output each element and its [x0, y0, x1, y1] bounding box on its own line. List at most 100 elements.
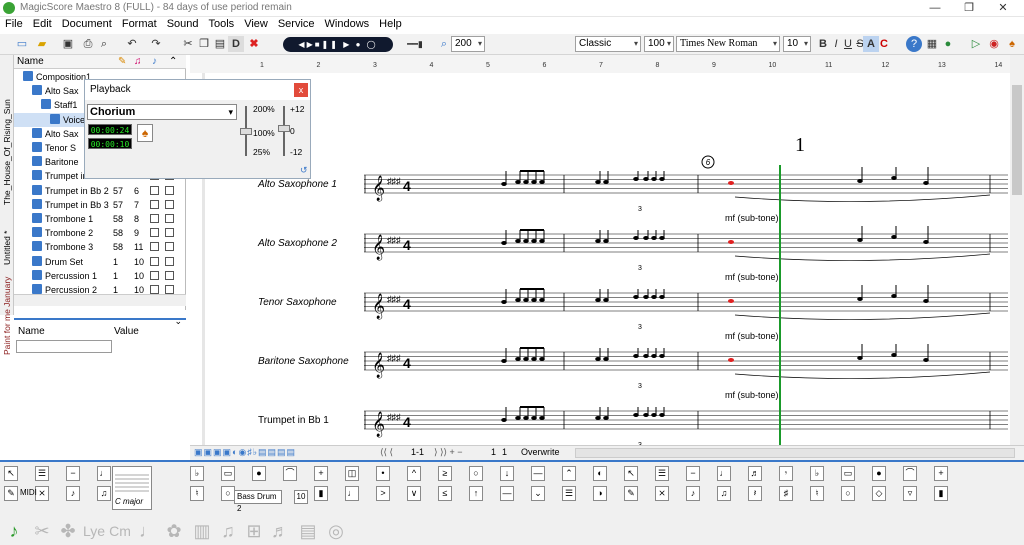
palette-tool-icon[interactable]: ⌒ — [283, 466, 297, 481]
palette-tool-icon[interactable]: ♮ — [810, 486, 824, 501]
note-head[interactable] — [891, 176, 897, 180]
palette-tool-icon[interactable]: > — [376, 486, 390, 501]
note-head[interactable] — [595, 416, 601, 420]
palette-tool-icon[interactable]: ▮ — [314, 486, 328, 501]
palette-tool-icon[interactable]: ♪ — [66, 486, 80, 501]
palette-tool-icon[interactable]: ◫ — [345, 466, 359, 481]
palette-tool-icon[interactable]: • — [376, 466, 390, 481]
palette-tool-icon[interactable]: 𝄾 — [779, 466, 793, 481]
help-icon[interactable]: ? — [906, 36, 922, 52]
palette-tool-icon[interactable]: ↓ — [500, 466, 514, 481]
metronome-icon[interactable]: ♠ — [137, 124, 153, 142]
tempo-slider[interactable] — [240, 128, 252, 135]
note-head[interactable] — [515, 180, 521, 184]
note-head[interactable] — [531, 298, 537, 302]
staff[interactable]: Alto Saxophone 1 𝄞 ♯♯♯ 4 mf (sub-tone) 3 — [257, 167, 1008, 223]
palette-tool-icon[interactable]: ☰ — [562, 486, 576, 501]
palette-tool-icon[interactable]: ☰ — [35, 466, 49, 481]
play-icon[interactable]: ▷ — [968, 36, 984, 52]
menu-sound[interactable]: Sound — [162, 17, 204, 30]
zoom-slider[interactable]: ━━▮ — [400, 36, 430, 52]
mute-checkbox[interactable] — [150, 256, 159, 266]
tab-icon[interactable]: ⊞ — [242, 519, 266, 543]
time-signature-field[interactable]: 10 — [294, 490, 308, 504]
palette-tool-icon[interactable]: ○ — [469, 466, 483, 481]
palette-tool-icon[interactable]: ↖ — [4, 466, 18, 481]
close-button[interactable]: ✕ — [986, 0, 1020, 17]
properties-icon[interactable]: ▦ — [924, 36, 940, 52]
palette-tool-icon[interactable]: ≥ — [438, 466, 452, 481]
puzzle-icon[interactable]: ✤ — [56, 519, 80, 543]
chevron-down-icon[interactable]: ⌄ — [174, 316, 182, 327]
staff[interactable]: Alto Saxophone 2 𝄞 ♯♯♯ 4 mf (sub-tone) 3 — [257, 226, 1008, 282]
tree-row[interactable]: Percussion 1 1 10 — [14, 269, 186, 283]
duplicate-icon[interactable]: D — [228, 36, 244, 52]
note-head[interactable] — [633, 295, 639, 299]
note-head[interactable] — [633, 236, 639, 240]
cut-icon[interactable]: ✂ — [180, 36, 196, 52]
menu-file[interactable]: File — [0, 17, 28, 30]
note-head[interactable] — [523, 357, 529, 361]
note-head[interactable] — [643, 177, 649, 181]
print-preview-icon[interactable]: ⌕ — [96, 36, 112, 52]
guitar-icon[interactable]: ♫ — [216, 519, 240, 543]
view-mode-icons[interactable]: ▣▣▣▣◐◉♯♭▤▤▤▤ — [194, 447, 296, 458]
staff[interactable]: Baritone Saxophone 𝄞 ♯♯♯ 4 mf (sub-tone) 3 — [258, 344, 1008, 400]
palette-tool-icon[interactable]: ✎ — [624, 486, 638, 501]
palette-tool-icon[interactable]: ● — [872, 466, 886, 481]
solo-checkbox[interactable] — [165, 242, 174, 252]
palette-tool-icon[interactable]: + — [314, 466, 328, 481]
selected-note[interactable] — [728, 358, 734, 362]
staff[interactable]: Trumpet in Bb 1𝄞♯♯♯43 — [258, 406, 1008, 445]
record-icon[interactable]: ◉ — [986, 36, 1002, 52]
font-size-combo[interactable]: 10 ▾ — [783, 36, 811, 52]
palette-tool-icon[interactable]: ● — [252, 466, 266, 481]
note-head[interactable] — [515, 298, 521, 302]
note-head[interactable] — [659, 236, 665, 240]
score-vscroll[interactable] — [1010, 55, 1024, 445]
undo-icon[interactable]: ↶ — [124, 36, 140, 52]
staff[interactable]: Tenor Saxophone 𝄞 ♯♯♯ 4 mf (sub-tone) 3 — [258, 285, 1008, 341]
note-head[interactable] — [531, 416, 537, 420]
delete-icon[interactable]: ✖ — [246, 36, 262, 52]
solo-checkbox[interactable] — [165, 199, 174, 209]
solo-checkbox[interactable] — [165, 256, 174, 266]
note-head[interactable] — [523, 298, 529, 302]
save-icon[interactable]: ▣ — [60, 36, 76, 52]
key-signature-box[interactable]: C major — [112, 466, 152, 510]
style-size-combo[interactable]: 100 ▾ — [644, 36, 674, 52]
note-head[interactable] — [923, 181, 929, 185]
midi-icon[interactable]: ♫ — [134, 55, 142, 69]
note-head[interactable] — [539, 357, 545, 361]
open-icon[interactable]: ▰ — [34, 36, 50, 52]
palette-tool-icon[interactable]: ♪ — [686, 486, 700, 501]
palette-tool-icon[interactable]: ⌄ — [531, 486, 545, 501]
mute-checkbox[interactable] — [150, 285, 159, 294]
palette-tool-icon[interactable]: − — [686, 466, 700, 481]
note-head[interactable] — [651, 177, 657, 181]
note-head[interactable] — [603, 239, 609, 243]
tree-row[interactable]: Trombone 3 58 11 — [14, 240, 186, 254]
note-head[interactable] — [633, 177, 639, 181]
selected-note[interactable] — [728, 240, 734, 244]
globe-icon[interactable]: ● — [940, 36, 956, 52]
palette-tool-icon[interactable]: ♭ — [190, 466, 204, 481]
note-head[interactable] — [857, 238, 863, 242]
note-head[interactable] — [539, 239, 545, 243]
instrument-combo[interactable]: Chorium ▾ — [87, 104, 237, 120]
lyrics-icon[interactable]: Lye — [82, 519, 106, 543]
palette-tool-icon[interactable]: ^ — [407, 466, 421, 481]
note-head[interactable] — [595, 239, 601, 243]
note-head[interactable] — [595, 357, 601, 361]
note-head[interactable] — [857, 179, 863, 183]
palette-tool-icon[interactable]: ♬ — [748, 466, 762, 481]
note-head[interactable] — [603, 298, 609, 302]
cd-icon[interactable]: ◎ — [324, 519, 348, 543]
palette-tool-icon[interactable]: ♭ — [810, 466, 824, 481]
reset-icon[interactable]: ↺ — [300, 165, 308, 176]
tree-row[interactable]: Trombone 2 58 9 — [14, 226, 186, 240]
palette-tool-icon[interactable]: ♮ — [190, 486, 204, 501]
score-view[interactable]: 1 2 3 4 5 6 7 8 9 10 11 12 13 14 1 6 Alto Saxophone 1… — [190, 55, 1010, 445]
tree-row[interactable]: Trumpet in Bb 3 57 7 — [14, 198, 186, 212]
menu-edit[interactable]: Edit — [28, 17, 57, 30]
